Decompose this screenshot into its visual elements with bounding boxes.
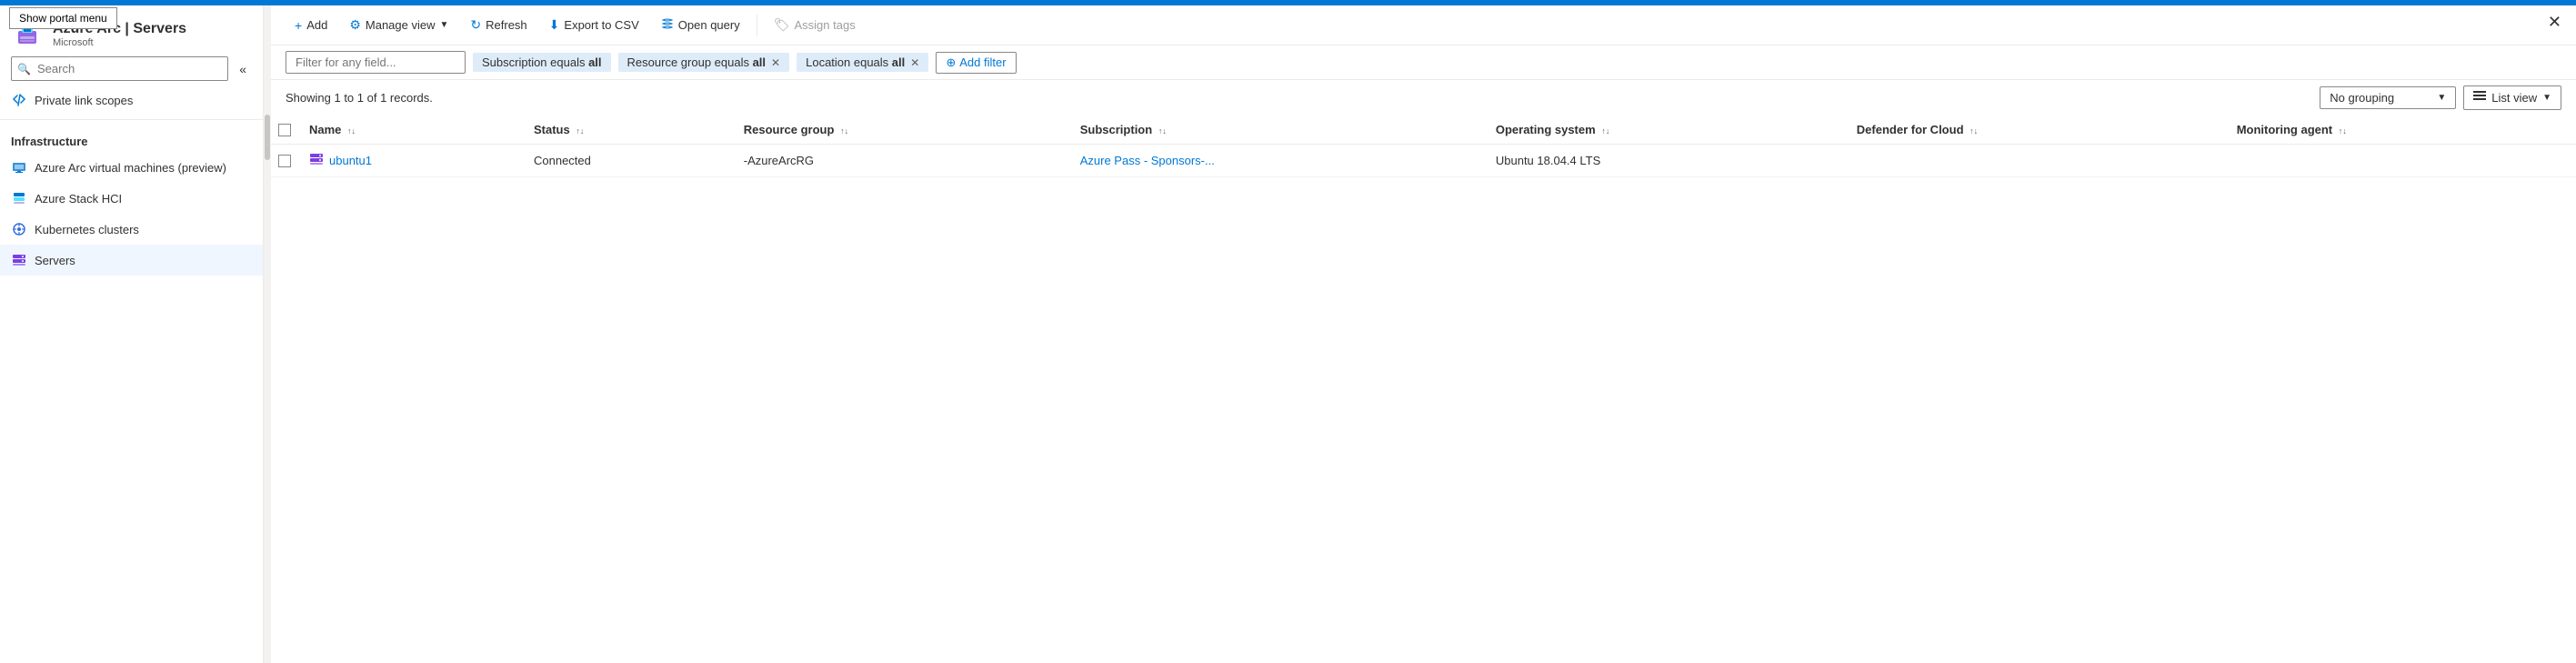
status-text: Connected [534,154,591,167]
resource-group-sort-icon: ↑↓ [840,127,848,136]
list-view-label: List view [2491,91,2537,105]
status-sort-icon: ↑↓ [576,127,584,136]
subscription-sort-icon: ↑↓ [1158,127,1167,136]
sidebar-item-azure-stack-hci[interactable]: Azure Stack HCI [0,183,263,214]
list-view-icon [2473,90,2486,105]
name-column-header[interactable]: Name ↑↓ [298,116,523,145]
table-row: ubuntu1 Connected -AzureArcRG Azure Pass… [271,145,2576,177]
add-filter-icon: ⊕ [946,55,956,70]
manage-view-button[interactable]: ⚙ Manage view ▼ [340,13,457,37]
sidebar-item-label: Azure Stack HCI [35,192,122,206]
results-count-text: Showing 1 to 1 of 1 records. [286,91,433,105]
subscription-cell: Azure Pass - Sponsors-... [1069,145,1485,177]
link-icon [11,92,27,108]
subscription-text: Azure Pass - Sponsors-... [1080,154,1215,167]
resource-group-text: -AzureArcRG [744,154,814,167]
filter-field-input[interactable] [286,51,466,74]
row-checkbox-cell [271,145,298,177]
content-area: ✕ + Add ⚙ Manage view ▼ ↻ Refresh ⬇ Expo… [271,5,2576,663]
add-icon: + [295,18,302,33]
resource-group-column-header[interactable]: Resource group ↑↓ [733,116,1069,145]
search-bar: 🔍 [11,56,228,81]
chevron-down-icon: ▼ [440,20,449,30]
sidebar-scrollbar[interactable] [264,5,271,663]
close-window-button[interactable]: ✕ [2548,13,2561,32]
divider [0,119,263,120]
search-input[interactable] [11,56,228,81]
open-query-button[interactable]: Open query [652,13,749,37]
resource-icon [309,152,324,169]
sidebar-item-private-link-scopes[interactable]: Private link scopes [0,85,263,116]
view-controls: No grouping ▼ List view ▼ [2320,85,2561,110]
resource-group-filter-close[interactable]: ✕ [771,56,780,69]
sidebar-item-kubernetes-clusters[interactable]: Kubernetes clusters [0,214,263,245]
subtitle: Microsoft [53,37,186,48]
scrollbar-thumb [265,115,270,160]
table-header-row: Name ↑↓ Status ↑↓ Resource group ↑↓ Su [271,116,2576,145]
toolbar: + Add ⚙ Manage view ▼ ↻ Refresh ⬇ Export… [271,5,2576,45]
resource-name-text: ubuntu1 [329,154,372,167]
vm-icon [11,159,27,176]
row-checkbox[interactable] [278,155,291,167]
sidebar-item-servers[interactable]: Servers [0,245,263,276]
sidebar-nav: Private link scopes Infrastructure Azure… [0,81,263,663]
query-icon [661,17,674,33]
sidebar-item-label: Servers [35,254,75,267]
sidebar: Azure Arc | Servers Microsoft 🔍 « Privat… [0,5,264,663]
status-cell: Connected [523,145,733,177]
select-all-header [271,116,298,145]
name-sort-icon: ↑↓ [347,127,356,136]
location-filter-tag: Location equals all ✕ [797,53,928,72]
monitoring-cell [2226,145,2576,177]
sidebar-item-label: Azure Arc virtual machines (preview) [35,161,226,175]
subscription-filter-tag: Subscription equals all [473,53,611,72]
servers-table: Name ↑↓ Status ↑↓ Resource group ↑↓ Su [271,116,2576,177]
os-column-header[interactable]: Operating system ↑↓ [1485,116,1846,145]
list-view-button[interactable]: List view ▼ [2463,85,2561,110]
location-filter-close[interactable]: ✕ [910,56,919,69]
os-text: Ubuntu 18.04.4 LTS [1496,154,1600,167]
refresh-icon: ↻ [470,17,481,33]
infrastructure-section-header: Infrastructure [0,124,263,152]
select-all-checkbox[interactable] [278,124,291,136]
stack-hci-icon [11,190,27,206]
filter-bar: Subscription equals all Resource group e… [271,45,2576,80]
tag-icon: 🏷 [774,17,790,33]
add-filter-button[interactable]: ⊕ Add filter [936,52,1016,74]
status-column-header[interactable]: Status ↑↓ [523,116,733,145]
export-csv-button[interactable]: ⬇ Export to CSV [540,13,648,37]
subscription-column-header[interactable]: Subscription ↑↓ [1069,116,1485,145]
resource-group-cell: -AzureArcRG [733,145,1069,177]
refresh-button[interactable]: ↻ Refresh [461,13,536,37]
defender-column-header[interactable]: Defender for Cloud ↑↓ [1846,116,2226,145]
data-table-wrapper: Name ↑↓ Status ↑↓ Resource group ↑↓ Su [271,116,2576,663]
chevron-down-icon: ▼ [2437,93,2446,103]
list-view-chevron-icon: ▼ [2542,93,2551,103]
resource-group-filter-tag: Resource group equals all ✕ [618,53,790,72]
search-icon: 🔍 [17,63,31,75]
monitoring-column-header[interactable]: Monitoring agent ↑↓ [2226,116,2576,145]
servers-icon [11,252,27,268]
name-cell: ubuntu1 [298,145,523,177]
sidebar-item-label: Kubernetes clusters [35,223,139,236]
resource-name-link[interactable]: ubuntu1 [309,152,512,169]
os-sort-icon: ↑↓ [1601,127,1609,136]
os-cell: Ubuntu 18.04.4 LTS [1485,145,1846,177]
sidebar-item-label: Private link scopes [35,94,133,107]
collapse-sidebar-button[interactable]: « [234,58,252,80]
assign-tags-button[interactable]: 🏷 Assign tags [765,13,865,37]
kubernetes-icon [11,221,27,237]
grouping-label: No grouping [2330,91,2394,105]
defender-sort-icon: ↑↓ [1970,127,1978,136]
show-portal-menu-button[interactable]: Show portal menu [9,7,117,29]
sidebar-item-azure-arc-vms[interactable]: Azure Arc virtual machines (preview) [0,152,263,183]
download-icon: ⬇ [549,17,560,33]
grouping-dropdown[interactable]: No grouping ▼ [2320,86,2456,109]
monitoring-sort-icon: ↑↓ [2339,127,2347,136]
add-button[interactable]: + Add [286,14,336,37]
manage-view-icon: ⚙ [349,17,361,33]
defender-cell [1846,145,2226,177]
results-bar: Showing 1 to 1 of 1 records. No grouping… [271,80,2576,116]
